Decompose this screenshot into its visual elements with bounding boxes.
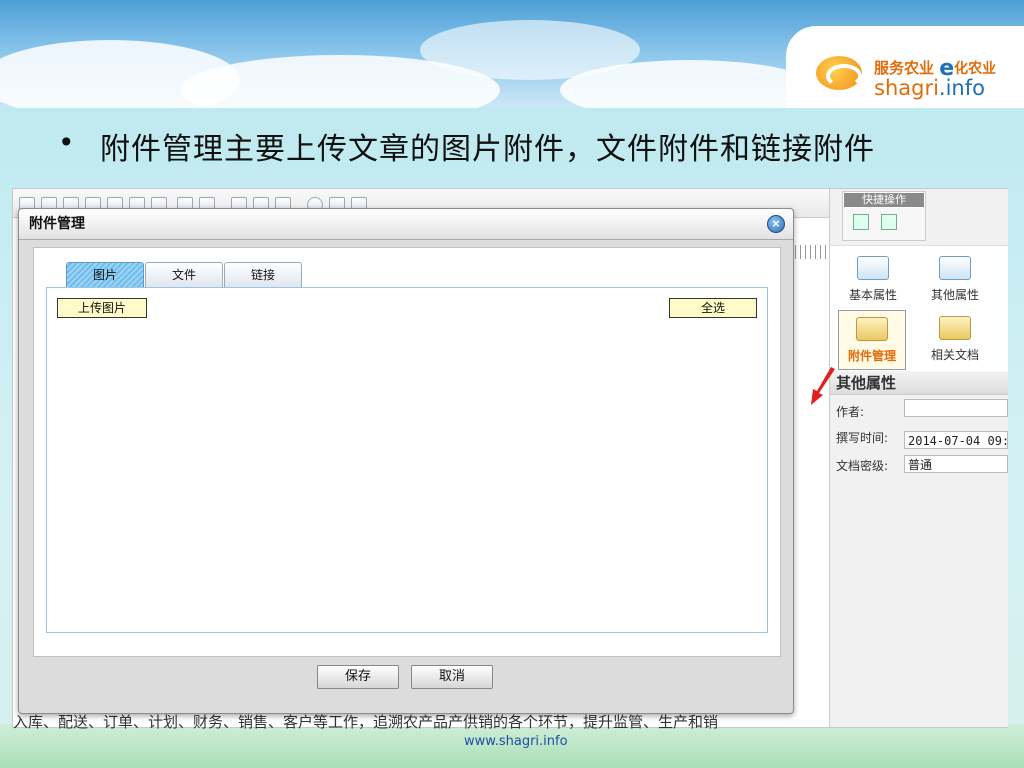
logo-mark-icon xyxy=(816,56,862,90)
security-level-select[interactable]: 普通 xyxy=(904,455,1008,473)
save-button[interactable]: 保存 xyxy=(317,665,399,689)
document-icon[interactable] xyxy=(853,214,869,230)
dialog-title: 附件管理 xyxy=(19,209,793,240)
tab-images[interactable]: 图片 xyxy=(66,262,144,288)
monitor-icon xyxy=(857,256,889,280)
author-field[interactable] xyxy=(904,399,1008,417)
write-time-label: 撰写时间: xyxy=(836,431,889,445)
quick-actions-title: 快捷操作 xyxy=(843,192,925,208)
quick-actions: 快捷操作 xyxy=(842,191,926,241)
other-props-title: 其他属性 xyxy=(830,371,1008,395)
panel-item-basic-props[interactable]: 基本属性 xyxy=(840,250,906,308)
panel-item-label: 附件管理 xyxy=(847,349,896,363)
editor-ruler xyxy=(795,245,829,260)
panel-item-label: 其他属性 xyxy=(930,288,979,302)
panel-item-label: 基本属性 xyxy=(848,288,897,302)
bullet-symbol: • xyxy=(58,126,75,159)
image-icon[interactable] xyxy=(881,214,897,230)
red-arrow-icon xyxy=(811,367,835,405)
logo: 服务农业 e化农业 shagri.info xyxy=(786,26,1024,108)
monitor-settings-icon xyxy=(939,256,971,280)
close-icon[interactable]: × xyxy=(767,215,785,233)
upload-image-button[interactable]: 上传图片 xyxy=(57,298,147,318)
editor-body[interactable] xyxy=(795,259,830,719)
cancel-button[interactable]: 取消 xyxy=(411,665,493,689)
tab-links[interactable]: 链接 xyxy=(224,262,302,287)
panel-item-related-docs[interactable]: 相关文档 xyxy=(922,310,988,368)
editor-body-text[interactable]: 入库、配送、订单、计划、财务、销售、客户等工作，追溯农产品产供销的各个环节，提升… xyxy=(13,711,718,732)
footer-url[interactable]: www.shagri.info xyxy=(464,734,568,749)
select-all-button[interactable]: 全选 xyxy=(669,298,757,318)
panel-item-other-props[interactable]: 其他属性 xyxy=(922,250,988,308)
tab-panel-images: 上传图片 全选 xyxy=(46,287,768,633)
paperclip-folder-icon xyxy=(856,317,888,341)
slide-bullet-text: 附件管理主要上传文章的图片附件，文件附件和链接附件 xyxy=(100,132,875,167)
author-label: 作者: xyxy=(836,405,865,419)
panel-item-attachments[interactable]: 附件管理 xyxy=(838,310,906,370)
logo-domain: shagri.info xyxy=(874,76,985,100)
panel-item-label: 相关文档 xyxy=(930,348,979,362)
tab-files[interactable]: 文件 xyxy=(145,262,223,287)
dialog-content: 图片 文件 链接 上传图片 全选 xyxy=(33,247,781,657)
security-level-label: 文档密级: xyxy=(836,459,889,473)
folder-icon xyxy=(939,316,971,340)
right-panel: 快捷操作 基本属性 其他属性 附件管理 相关文档 其他属性 作者: 撰写时间: … xyxy=(829,189,1008,727)
write-time-field[interactable]: 2014-07-04 09: xyxy=(904,431,1008,449)
panel-icon-grid: 基本属性 其他属性 附件管理 相关文档 xyxy=(830,245,1008,372)
attachment-dialog: 附件管理 × 图片 文件 链接 上传图片 全选 保存 取消 xyxy=(18,208,794,714)
